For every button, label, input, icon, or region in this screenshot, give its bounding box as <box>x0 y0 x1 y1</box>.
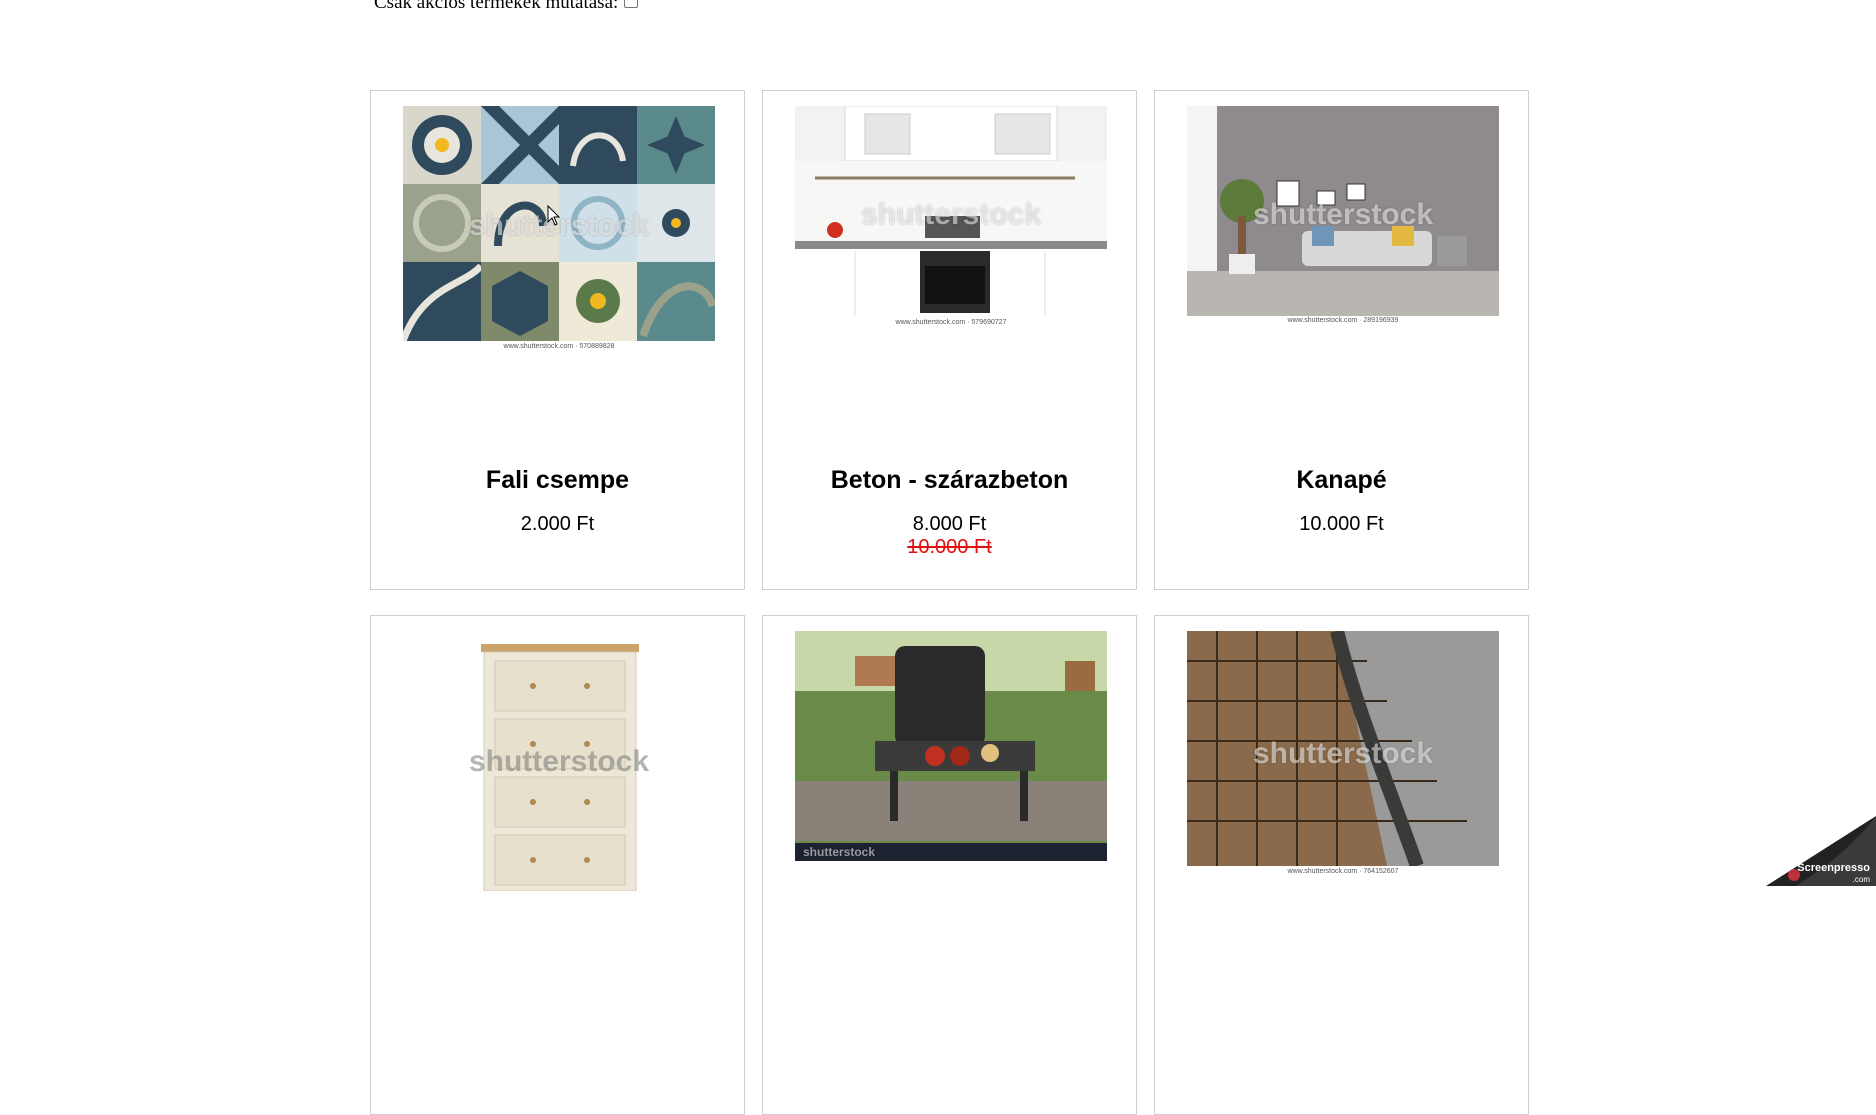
product-title: Fali csempe <box>485 466 630 494</box>
watermark: shutterstock <box>1252 198 1434 232</box>
product-card[interactable]: shutterstock www.shutterstock.com · 7641… <box>1154 615 1529 1115</box>
watermark: shutterstock <box>1252 736 1434 770</box>
mouse-cursor-icon <box>547 205 561 226</box>
image-caption: www.shutterstock.com · 764152607 <box>1287 868 1399 875</box>
product-title: Beton - szárazbeton <box>830 466 1069 494</box>
product-card[interactable]: shutterstock <box>370 615 745 1115</box>
image-caption: www.shutterstock.com · 579690727 <box>895 319 1007 326</box>
watermark: shutterstock <box>860 198 1042 232</box>
watermark: shutterstock <box>803 845 876 859</box>
product-card[interactable]: shutterstock <box>762 615 1137 1115</box>
screenpresso-label: Screenpresso <box>1797 862 1870 874</box>
image-caption: www.shutterstock.com · 570889828 <box>503 343 615 350</box>
product-card[interactable]: shutterstock www.shutterstock.com · 2891… <box>1154 90 1529 590</box>
screenpresso-badge: Screenpresso .com <box>1766 816 1876 886</box>
product-image: shutterstock <box>1187 631 1499 871</box>
product-old-price: 10.000 Ft <box>907 536 992 558</box>
screenpresso-sub: .com <box>1852 875 1870 884</box>
sale-filter: Csak akciós termékek mutatása: <box>374 0 639 14</box>
product-price: 8.000 Ft <box>912 513 987 535</box>
product-card[interactable]: shutterstock www.shutterstock.com · 5796… <box>762 90 1137 590</box>
sale-filter-label: Csak akciós termékek mutatása: <box>374 0 619 13</box>
product-price: 2.000 Ft <box>520 513 595 535</box>
product-card[interactable]: shutterstock www.shutterstock.com · 5708… <box>370 90 745 590</box>
product-image: shutterstock <box>795 106 1107 316</box>
product-image: shutterstock <box>1187 106 1499 316</box>
watermark: shutterstock <box>468 745 650 779</box>
image-caption: www.shutterstock.com · 289196939 <box>1287 317 1399 324</box>
product-price: 10.000 Ft <box>1299 513 1384 535</box>
product-image: shutterstock <box>795 631 1107 861</box>
product-title: Kanapé <box>1296 466 1387 494</box>
sale-filter-checkbox[interactable] <box>624 0 639 8</box>
product-image: shutterstock <box>403 631 715 891</box>
